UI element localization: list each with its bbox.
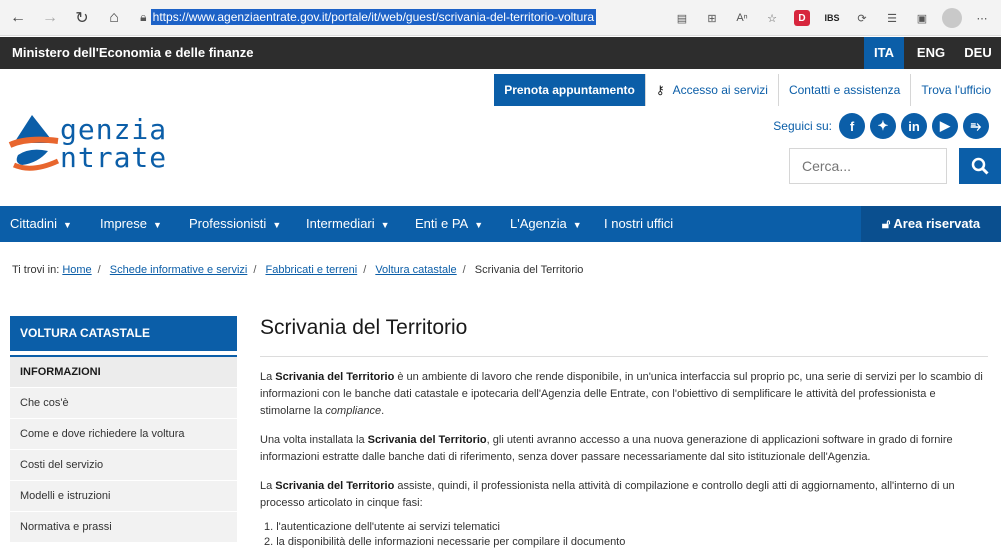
forward-icon[interactable]: → (36, 4, 64, 32)
rss-icon[interactable]: ⥱ (963, 113, 989, 139)
prenota-appuntamento-link[interactable]: Prenota appuntamento (494, 74, 645, 106)
area-riservata-button[interactable]: 🔓︎ Area riservata (861, 206, 1001, 242)
back-icon[interactable]: ← (4, 4, 32, 32)
breadcrumb-schede[interactable]: Schede informative e servizi (110, 264, 248, 276)
logo-mark-icon (8, 115, 60, 171)
accesso-servizi-label: Accesso ai servizi (672, 83, 768, 97)
browser-tools: ▤ ⊞ Aⁿ ☆ D IBS ⟳ ☰ ▣ ⋯ (669, 0, 995, 36)
read-aloud-icon[interactable]: Aⁿ (729, 5, 755, 31)
ministry-bar: Ministero dell'Economia e delle finanze … (0, 37, 1001, 69)
top-links: Prenota appuntamento ⚷ Accesso ai serviz… (494, 74, 1001, 106)
ministry-title[interactable]: Ministero dell'Economia e delle finanze (12, 37, 253, 69)
chevron-down-icon: ▼ (152, 220, 162, 230)
search-button[interactable] (959, 148, 1001, 184)
sidebar-item-come-richiedere[interactable]: Come e dove richiedere la voltura (10, 419, 237, 450)
paragraph-intro: La Scrivania del Territorio è un ambient… (260, 371, 983, 417)
extension-d-icon[interactable]: D (794, 10, 810, 26)
lang-ita[interactable]: ITA (864, 37, 904, 69)
youtube-icon[interactable]: ▶ (932, 113, 958, 139)
page-title: Scrivania del Territorio (260, 316, 468, 339)
unlock-icon: 🔓︎ (881, 216, 891, 231)
sidebar-title[interactable]: VOLTURA CATASTALE (10, 316, 237, 351)
home-icon[interactable]: ⌂ (100, 4, 128, 32)
paragraph-installazione: Una volta installata la Scrivania del Te… (260, 434, 953, 463)
breadcrumb-home[interactable]: Home (62, 264, 91, 276)
nav-imprese[interactable]: Imprese ▼ (100, 206, 162, 242)
nav-enti-pa[interactable]: Enti e PA ▼ (415, 206, 483, 242)
sidebar-item-che-cose[interactable]: Che cos'è (10, 388, 237, 419)
address-bar[interactable]: 🔒︎ https://www.agenziaentrate.gov.it/por… (136, 3, 596, 31)
main-content: Scrivania del Territorio La Scrivania de… (260, 316, 988, 550)
lock-icon[interactable]: 🔒︎ (136, 10, 151, 25)
logo-text-ntrate: ntrate (60, 141, 168, 174)
breadcrumb-fabbricati[interactable]: Fabbricati e terreni (265, 264, 357, 276)
chevron-down-icon: ▼ (572, 220, 582, 230)
facebook-icon[interactable]: f (839, 113, 865, 139)
nav-intermediari[interactable]: Intermediari ▼ (306, 206, 390, 242)
browser-toolbar: ← → ↻ ⌂ 🔒︎ https://www.agenziaentrate.go… (0, 0, 1001, 36)
breadcrumb-voltura[interactable]: Voltura catastale (375, 264, 456, 276)
chevron-down-icon: ▼ (474, 220, 484, 230)
chevron-down-icon: ▼ (272, 220, 282, 230)
linkedin-icon[interactable]: in (901, 113, 927, 139)
nav-agenzia[interactable]: L'Agenzia ▼ (510, 206, 582, 242)
sidebar: VOLTURA CATASTALE INFORMAZIONI Che cos'è… (10, 316, 237, 543)
profile-avatar[interactable] (942, 8, 962, 28)
sidebar-item-informazioni[interactable]: INFORMAZIONI (10, 357, 237, 388)
sidebar-item-modelli[interactable]: Modelli e istruzioni (10, 481, 237, 512)
collections-icon[interactable]: ▣ (909, 5, 935, 31)
agenzia-entrate-logo[interactable]: genzia ntrate (8, 109, 218, 179)
trova-ufficio-link[interactable]: Trova l'ufficio (910, 74, 1001, 106)
accesso-servizi-link[interactable]: ⚷ Accesso ai servizi (644, 74, 778, 106)
twitter-icon[interactable]: ✦ (870, 113, 896, 139)
extensions-icon[interactable]: ⟳ (849, 5, 875, 31)
breadcrumb-current: Scrivania del Territorio (474, 264, 584, 276)
list-item: 2. la disponibilità delle informazioni n… (264, 536, 626, 548)
favorites-list-icon[interactable]: ☰ (879, 5, 905, 31)
site-header: Prenota appuntamento ⚷ Accesso ai serviz… (0, 69, 1001, 206)
more-icon[interactable]: ⋯ (969, 5, 995, 31)
url-text[interactable]: https://www.agenziaentrate.gov.it/portal… (150, 9, 596, 25)
sidebar-item-costi[interactable]: Costi del servizio (10, 450, 237, 481)
nav-cittadini[interactable]: Cittadini ▼ (10, 206, 72, 242)
favorite-icon[interactable]: ☆ (759, 5, 785, 31)
chevron-down-icon: ▼ (62, 220, 72, 230)
contatti-link[interactable]: Contatti e assistenza (777, 74, 910, 106)
extension-ibs-icon[interactable]: IBS (819, 5, 845, 31)
breadcrumb-prefix: Ti trovi in: (12, 264, 60, 276)
reader-view-icon[interactable]: ▤ (669, 5, 695, 31)
search-icon (971, 157, 989, 175)
nav-nostri-uffici[interactable]: I nostri uffici (604, 206, 673, 242)
nav-professionisti[interactable]: Professionisti ▼ (189, 206, 281, 242)
refresh-icon[interactable]: ↻ (68, 4, 96, 32)
lang-eng[interactable]: ENG (911, 37, 951, 69)
grid-icon[interactable]: ⊞ (699, 5, 725, 31)
key-icon: ⚷ (655, 83, 665, 97)
search-box (789, 148, 1001, 184)
social-label: Seguici su: (773, 119, 832, 133)
paragraph-fasi: La Scrivania del Territorio assiste, qui… (260, 480, 955, 509)
breadcrumb: Ti trovi in: Home / Schede informative e … (12, 264, 584, 276)
chevron-down-icon: ▼ (380, 220, 390, 230)
lang-deu[interactable]: DEU (958, 37, 998, 69)
title-divider (260, 356, 988, 357)
social-links: Seguici su: f ✦ in ▶ ⥱ (773, 113, 989, 139)
search-input[interactable] (789, 148, 947, 184)
main-navigation: Cittadini ▼ Imprese ▼ Professionisti ▼ Inte… (0, 206, 1001, 242)
steps-list: 1. l'autenticazione dell'utente ai servi… (260, 520, 988, 550)
